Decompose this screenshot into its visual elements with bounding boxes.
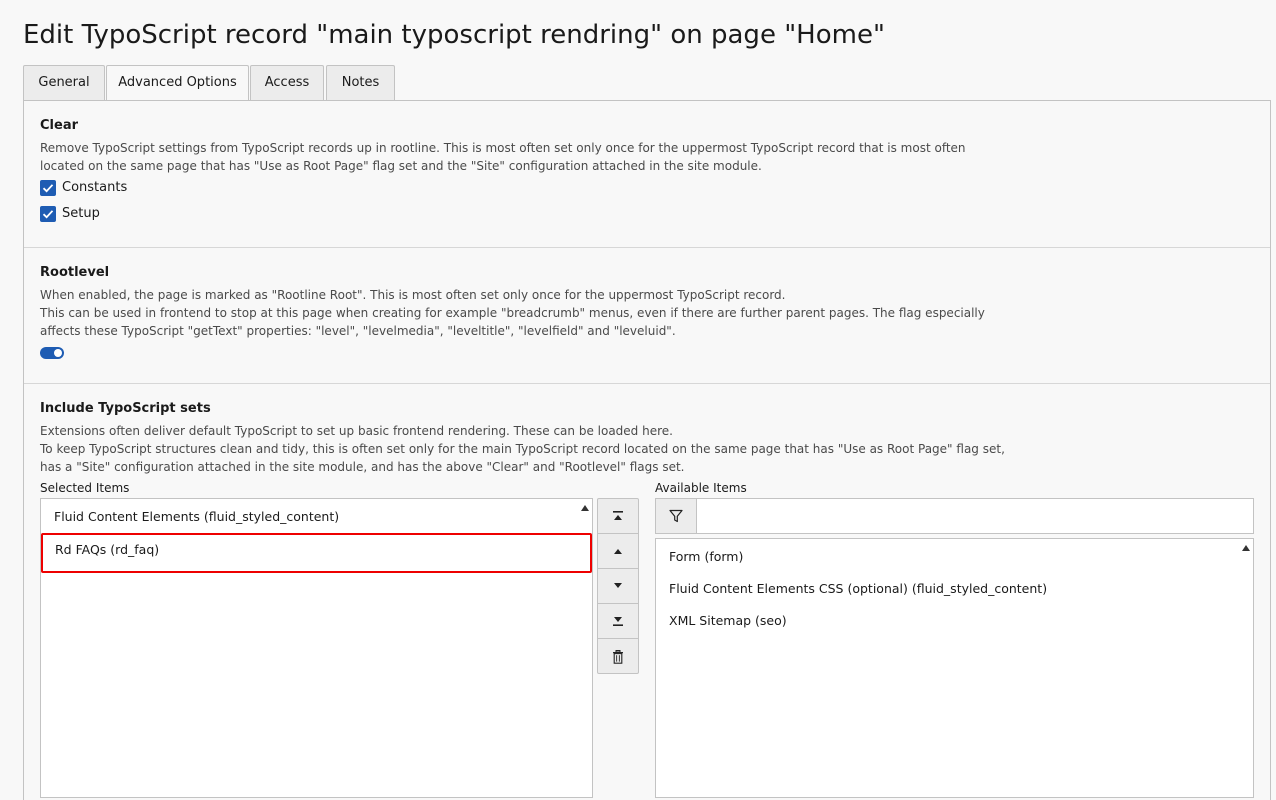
- move-up-icon: [614, 549, 622, 554]
- move-up-button[interactable]: [598, 534, 638, 569]
- filter-input[interactable]: [697, 499, 1252, 533]
- tab-notes[interactable]: Notes: [326, 65, 395, 100]
- setup-checkbox[interactable]: [40, 206, 56, 222]
- include-description-line-2: To keep TypoScript structures clean and …: [40, 442, 1005, 456]
- list-item[interactable]: Fluid Content Elements CSS (optional) (f…: [669, 581, 1047, 596]
- clear-description-line-1: Remove TypoScript settings from TypoScri…: [40, 141, 966, 155]
- constants-label: Constants: [62, 180, 128, 195]
- rootlevel-description-line-1: When enabled, the page is marked as "Roo…: [40, 288, 786, 302]
- page-title: Edit TypoScript record "main typoscript …: [23, 20, 885, 50]
- move-top-icon: [613, 511, 623, 520]
- list-item-label: Rd FAQs (rd_faq): [55, 542, 160, 557]
- scroll-up-arrow-icon[interactable]: [581, 505, 589, 511]
- move-to-bottom-button[interactable]: [598, 604, 638, 639]
- rootlevel-toggle[interactable]: [40, 347, 64, 359]
- move-to-top-button[interactable]: [598, 499, 638, 534]
- rootlevel-description-line-3: affects these TypoScript "getText" prope…: [40, 324, 676, 338]
- filter-field: [655, 498, 1254, 534]
- list-item[interactable]: XML Sitemap (seo): [669, 613, 787, 628]
- tab-general[interactable]: General: [23, 65, 105, 100]
- filter-icon: [656, 499, 697, 533]
- list-item[interactable]: Form (form): [669, 549, 743, 564]
- tab-access[interactable]: Access: [250, 65, 324, 100]
- selected-items-list[interactable]: Fluid Content Elements (fluid_styled_con…: [40, 498, 593, 798]
- section-divider: [24, 247, 1270, 248]
- selected-items-label: Selected Items: [40, 481, 130, 495]
- setup-checkbox-row[interactable]: Setup: [40, 205, 100, 223]
- trash-icon: [613, 649, 623, 664]
- remove-button[interactable]: [598, 639, 638, 674]
- setup-label: Setup: [62, 206, 100, 221]
- rootlevel-title: Rootlevel: [40, 265, 110, 280]
- available-items-label: Available Items: [655, 481, 747, 495]
- section-divider: [24, 383, 1270, 384]
- include-title: Include TypoScript sets: [40, 401, 211, 416]
- tab-advanced-options[interactable]: Advanced Options: [106, 65, 249, 101]
- clear-title: Clear: [40, 118, 78, 133]
- list-item[interactable]: Fluid Content Elements (fluid_styled_con…: [54, 509, 339, 524]
- constants-checkbox-row[interactable]: Constants: [40, 179, 127, 197]
- toggle-knob: [54, 349, 62, 357]
- include-description-line-1: Extensions often deliver default TypoScr…: [40, 424, 673, 438]
- include-description-line-3: has a "Site" configuration attached in t…: [40, 460, 685, 474]
- selected-list-item[interactable]: Rd FAQs (rd_faq): [41, 533, 592, 573]
- move-down-button[interactable]: [598, 569, 638, 604]
- constants-checkbox[interactable]: [40, 180, 56, 196]
- move-buttons-group: [597, 498, 639, 674]
- rootlevel-description-line-2: This can be used in frontend to stop at …: [40, 306, 985, 320]
- clear-description-line-2: located on the same page that has "Use a…: [40, 159, 762, 173]
- move-down-icon: [614, 583, 622, 588]
- available-items-list[interactable]: Form (form) Fluid Content Elements CSS (…: [655, 538, 1254, 798]
- move-bottom-icon: [613, 617, 623, 626]
- scroll-up-arrow-icon[interactable]: [1242, 545, 1250, 551]
